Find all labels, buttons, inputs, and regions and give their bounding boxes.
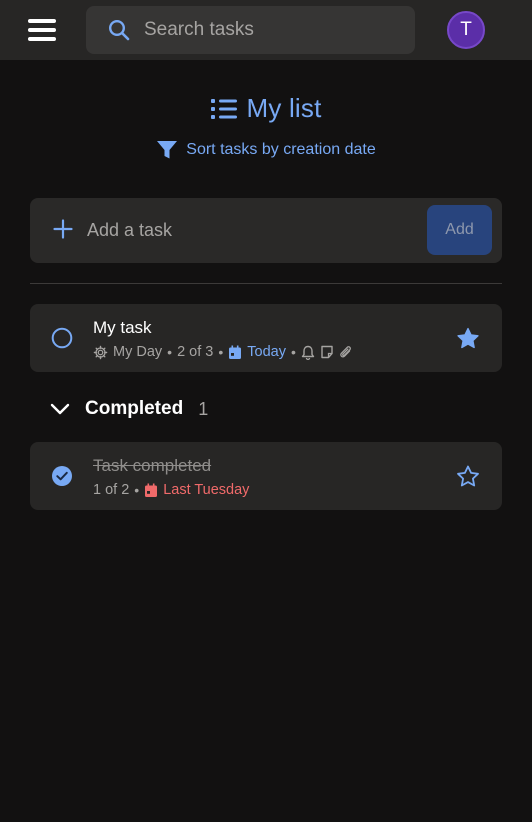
task-list-name: My Day [113,344,163,360]
star-icon[interactable] [456,327,480,350]
star-icon[interactable] [456,465,480,488]
search-box[interactable] [86,6,415,54]
calendar-icon [229,345,242,359]
menu-icon-line [28,19,56,23]
calendar-icon [145,483,158,497]
task-steps: 2 of 3 [177,344,214,360]
list-header: My list [0,93,532,129]
completed-label: Completed [85,398,184,419]
task-due-date: Last Tuesday [163,482,250,498]
sort-label: Sort tasks by creation date [186,141,376,158]
search-icon [108,19,130,41]
add-task-bar: Add [30,198,502,263]
menu-icon-line [28,28,56,32]
bell-icon [301,345,315,360]
task-meta: My Day • 2 of 3 • Today • [93,343,353,361]
sort-button[interactable]: Sort tasks by creation date [0,140,532,166]
task-title: My task [93,318,152,337]
task-steps: 1 of 2 [93,482,130,498]
task-due-date: Today [247,344,286,360]
page-title: My list [246,93,322,123]
paperclip-icon [340,345,351,358]
completed-count: 1 [198,398,209,419]
task-item[interactable]: My task My Day • 2 of 3 • Today • [30,304,502,372]
chevron-down-icon [50,403,70,415]
meta-separator: • [134,482,140,498]
check-circle-icon[interactable] [51,465,73,487]
task-item[interactable]: Task completed 1 of 2 • Last Tuesday [30,442,502,510]
gear-icon [93,345,108,359]
menu-button[interactable] [28,17,58,43]
top-bar: T [0,0,532,60]
meta-separator: • [167,344,173,360]
filter-icon [157,141,178,159]
menu-icon-line [28,37,56,41]
completed-section-toggle[interactable]: Completed 1 [50,395,208,423]
meta-separator: • [218,344,224,360]
avatar[interactable]: T [447,11,485,49]
add-button[interactable]: Add [427,205,492,255]
divider [30,283,502,284]
list-icon [211,98,238,119]
circle-icon[interactable] [51,327,73,349]
task-title: Task completed [93,456,212,475]
add-task-input[interactable] [87,198,427,263]
note-icon [321,345,333,359]
search-input[interactable] [144,6,404,54]
plus-icon [53,219,73,239]
meta-separator: • [290,344,296,360]
task-meta: 1 of 2 • Last Tuesday [93,481,249,499]
